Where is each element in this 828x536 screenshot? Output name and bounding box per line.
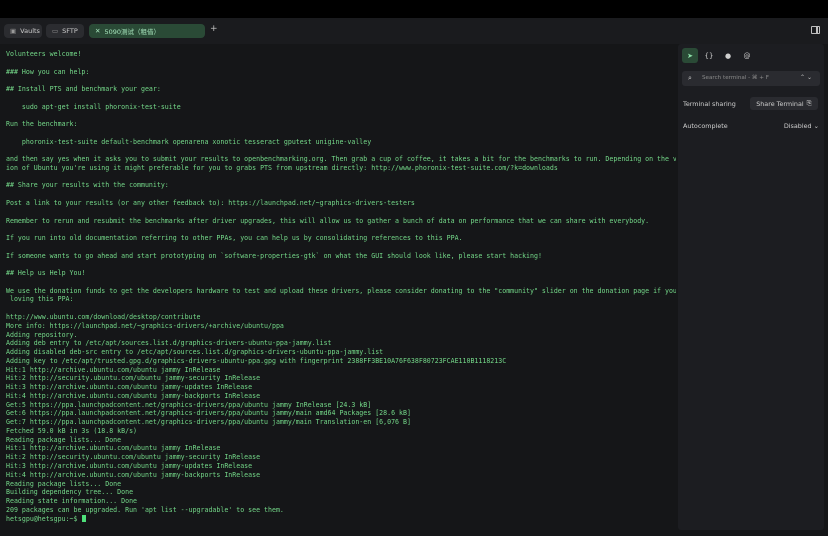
terminal-prompt: hetsgpu@hetsgpu:~$	[6, 514, 82, 523]
terminal-line: Adding key to /etc/apt/trusted.gpg.d/gra…	[6, 356, 507, 365]
share-terminal-button[interactable]: Share Terminal ⎘	[750, 97, 818, 110]
terminal-line: phoronix-test-suite default-benchmark op…	[6, 137, 372, 146]
terminal-line: Hit:2 http://security.ubuntu.com/ubuntu …	[6, 374, 261, 383]
terminal-line: Adding deb entry to /etc/apt/sources.lis…	[6, 339, 332, 348]
tab-label: 5090测试（租借）	[104, 28, 160, 36]
send-icon[interactable]: ➤	[682, 48, 698, 63]
terminal-line: ion of Ubuntu you're using it might pref…	[6, 163, 558, 172]
terminal-line: Hit:3 http://archive.ubuntu.com/ubuntu j…	[6, 383, 253, 392]
tab-terminal-session[interactable]: ✕ 5090测试（租借）	[89, 24, 205, 38]
terminal-line: Reading package lists... Done	[6, 479, 122, 488]
terminal-line: Building dependency tree... Done	[6, 488, 134, 497]
terminal-line: Remember to rerun and resubmit the bench…	[6, 216, 650, 225]
terminal-line: Hit:1 http://archive.ubuntu.com/ubuntu j…	[6, 444, 221, 453]
tab-sftp[interactable]: ▭ SFTP	[46, 24, 84, 38]
terminal-line: loving this PPA:	[6, 295, 74, 304]
vault-icon: ▣	[10, 27, 17, 35]
terminal-line: Volunteers welcome!	[6, 50, 82, 58]
terminal-line: Get:5 https://ppa.launchpadcontent.net/g…	[6, 400, 372, 409]
terminal-line: ## Help us Help You!	[6, 269, 86, 278]
share-terminal-label: Share Terminal	[756, 99, 804, 108]
tab-label: SFTP	[62, 27, 78, 35]
terminal-line: Hit:4 http://archive.ubuntu.com/ubuntu j…	[6, 470, 261, 479]
terminal-line: Hit:4 http://archive.ubuntu.com/ubuntu j…	[6, 391, 261, 400]
terminal-output[interactable]: Volunteers welcome! ### How you can help:…	[0, 44, 676, 536]
terminal-line: sudo apt-get install phoronix-test-suite	[6, 102, 181, 111]
terminal-line: ## Install PTS and benchmark your gear:	[6, 85, 161, 94]
folder-icon: ▭	[52, 27, 59, 35]
terminal-line: More info: https://launchpad.net/~graphi…	[6, 321, 284, 330]
autocomplete-value: Disabled	[783, 122, 812, 130]
terminal-line: Hit:3 http://archive.ubuntu.com/ubuntu j…	[6, 461, 253, 470]
ai-icon[interactable]: @	[739, 48, 755, 63]
tab-vaults[interactable]: ▣ Vaults	[4, 24, 42, 38]
terminal-line: and then say yes when it asks you to sub…	[6, 155, 676, 164]
terminal-line: http://www.ubuntu.com/download/desktop/c…	[6, 312, 201, 321]
terminal-line: Post a link to your results (or any othe…	[6, 199, 415, 208]
terminal-line: Reading package lists... Done	[6, 435, 122, 444]
link-icon: ⎘	[806, 99, 812, 107]
chevron-down-icon: ⌄	[813, 122, 819, 130]
search-placeholder: Search terminal - ⌘ + F	[702, 75, 769, 81]
terminal-line: Reading state information... Done	[6, 497, 138, 506]
search-icon: ⌕	[688, 74, 692, 82]
new-tab-icon[interactable]: +	[210, 24, 218, 34]
autocomplete-label: Autocomplete	[683, 122, 728, 130]
code-snippets-icon[interactable]: {}	[701, 48, 717, 63]
terminal-line: Fetched 59.0 kB in 3s (18.8 kB/s)	[6, 426, 138, 435]
toggle-panel-icon[interactable]	[811, 26, 820, 34]
terminal-prompt-line[interactable]: hetsgpu@hetsgpu:~$	[6, 514, 674, 524]
history-icon[interactable]: ●	[720, 48, 736, 63]
terminal-line: Adding disabled deb-src entry to /etc/ap…	[6, 348, 384, 357]
terminal-line: 209 packages can be upgraded. Run 'apt l…	[6, 505, 284, 514]
terminal-line: ## Share your results with the community…	[6, 181, 169, 190]
terminal-line: Adding repository.	[6, 330, 78, 339]
terminal-line: Run the benchmark:	[6, 120, 78, 129]
side-panel: ➤ {} ● @ ⌕ Search terminal - ⌘ + F ⌃⌄ Te…	[678, 44, 824, 530]
tab-bar: ▣ Vaults ▭ SFTP ✕ 5090测试（租借）	[0, 18, 828, 44]
autocomplete-dropdown[interactable]: Disabled ⌄	[784, 122, 819, 130]
terminal-sharing-label: Terminal sharing	[683, 100, 736, 108]
terminal-line: We use the donation funds to get the dev…	[6, 286, 676, 295]
terminal-line: Hit:2 http://security.ubuntu.com/ubuntu …	[6, 453, 261, 462]
terminal-line: Get:7 https://ppa.launchpadcontent.net/g…	[6, 418, 411, 427]
tab-label: Vaults	[20, 27, 40, 35]
terminal-line: ### How you can help:	[6, 67, 90, 76]
terminal-line: Get:6 https://ppa.launchpadcontent.net/g…	[6, 409, 411, 418]
terminal-search[interactable]: ⌕ Search terminal - ⌘ + F ⌃⌄	[682, 71, 820, 86]
close-icon[interactable]: ✕	[95, 27, 100, 35]
terminal-line: If you run into old documentation referr…	[6, 234, 463, 243]
terminal-cursor	[82, 514, 87, 522]
terminal-line: If someone wants to go ahead and start p…	[6, 251, 542, 260]
search-nav-icons[interactable]: ⌃⌄	[800, 74, 814, 81]
terminal-line: Hit:1 http://archive.ubuntu.com/ubuntu j…	[6, 365, 221, 374]
window-top-bar	[0, 0, 828, 18]
terminal-lines: Volunteers welcome! ### How you can help:…	[6, 50, 676, 524]
